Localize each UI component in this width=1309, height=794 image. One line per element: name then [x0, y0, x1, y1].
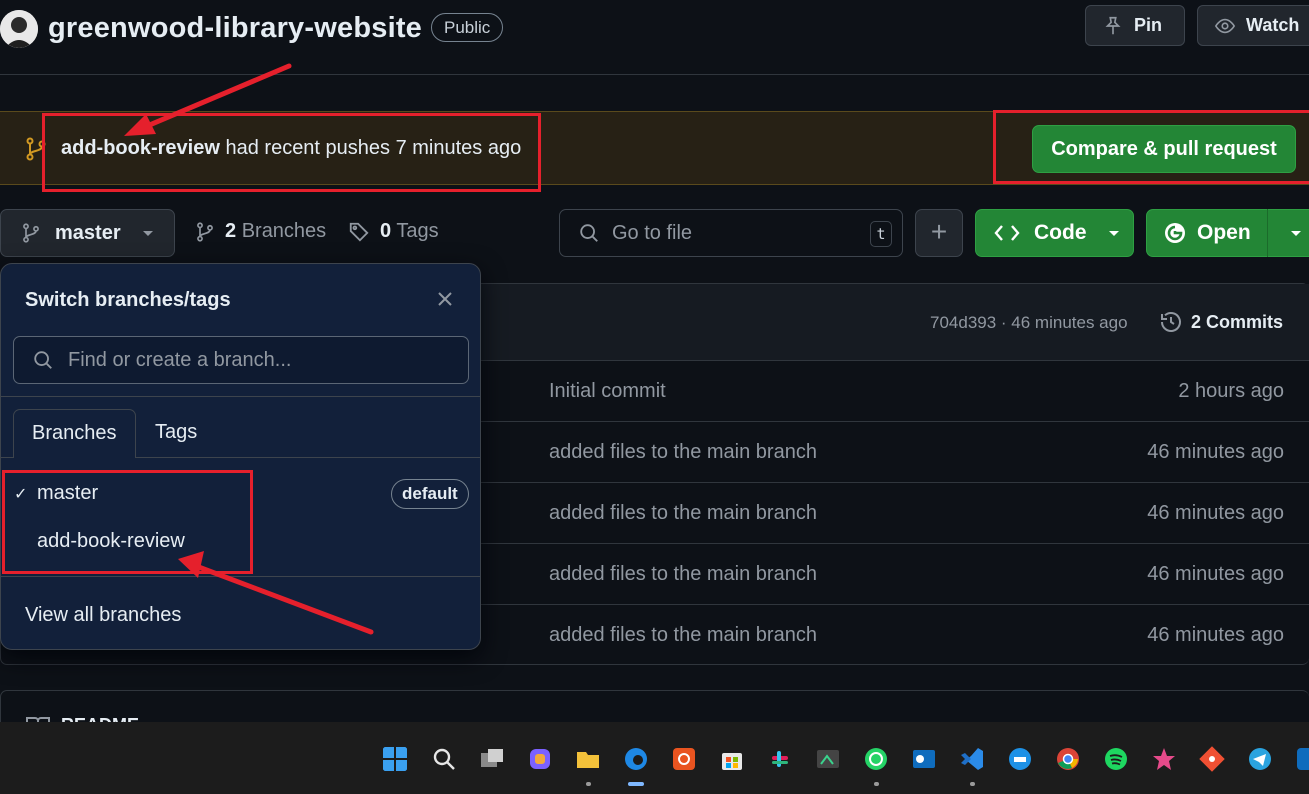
app-icon[interactable] — [1151, 746, 1177, 772]
chrome-icon[interactable] — [1055, 746, 1081, 772]
whatsapp-icon[interactable] — [863, 746, 889, 772]
spotify-icon[interactable] — [1103, 746, 1129, 772]
annotation-arrow — [137, 63, 292, 132]
running-indicator — [970, 782, 975, 786]
snipping-tool-icon[interactable] — [815, 746, 841, 772]
annotation-arrowhead — [178, 551, 204, 578]
windows-start-icon[interactable] — [382, 746, 408, 772]
windows-taskbar — [0, 722, 1309, 794]
github-repo-page: greenwood-library-website Public Pin Wat… — [0, 0, 1309, 794]
search-icon[interactable] — [431, 746, 457, 772]
running-indicator — [874, 782, 879, 786]
vscode-icon[interactable] — [959, 746, 985, 772]
annotation-arrow — [193, 563, 374, 635]
docker-icon[interactable] — [1007, 746, 1033, 772]
edge-icon[interactable] — [623, 746, 649, 772]
active-indicator — [628, 782, 644, 786]
copilot-icon[interactable] — [527, 746, 553, 772]
annotation-arrowhead — [124, 114, 156, 136]
running-indicator — [586, 782, 591, 786]
outlook-icon[interactable] — [911, 746, 937, 772]
store-icon[interactable] — [719, 746, 745, 772]
slack-icon[interactable] — [767, 746, 793, 772]
task-view-icon[interactable] — [479, 746, 505, 772]
tab-branches[interactable]: Branches — [13, 409, 136, 458]
app-edge-icon[interactable] — [1295, 746, 1309, 772]
git-icon[interactable] — [1199, 746, 1225, 772]
telegram-icon[interactable] — [1247, 746, 1273, 772]
ubuntu-icon[interactable] — [671, 746, 697, 772]
annotation-arrows — [124, 63, 374, 635]
file-explorer-icon[interactable] — [575, 746, 601, 772]
